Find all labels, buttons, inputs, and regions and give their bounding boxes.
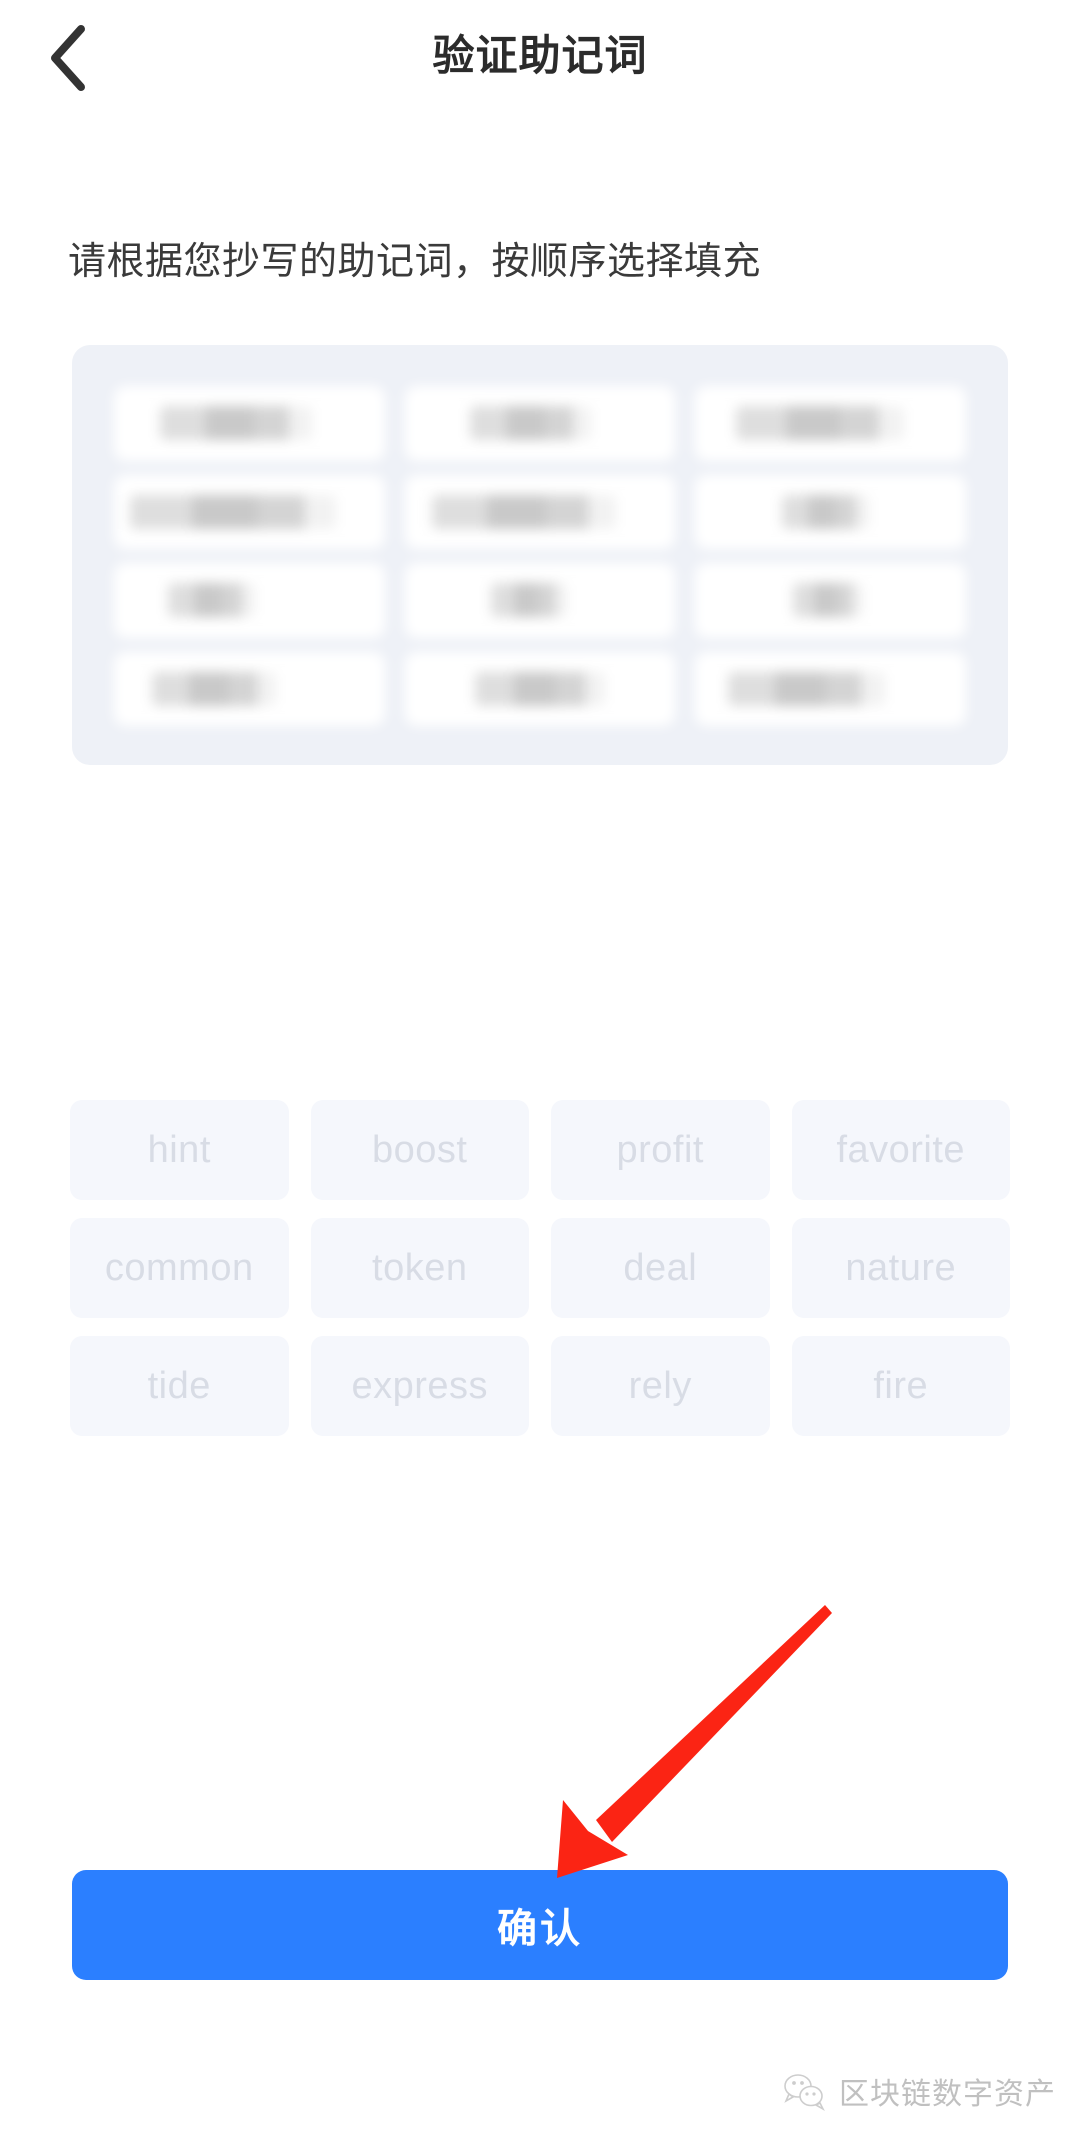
word-bank-chip[interactable]: profit [551, 1100, 770, 1200]
watermark: 区块链数字资产 [783, 2072, 1056, 2117]
blurred-word-mask [160, 406, 312, 441]
word-bank-chip[interactable]: tide [70, 1336, 289, 1436]
blurred-word-mask [168, 583, 255, 618]
mnemonic-slot[interactable] [404, 563, 676, 638]
instruction-text: 请根据您抄写的助记词，按顺序选择填充 [68, 241, 762, 283]
mnemonic-slot[interactable] [404, 474, 676, 549]
mnemonic-slot[interactable] [114, 563, 385, 638]
blurred-word-mask [475, 671, 605, 706]
blurred-word-mask [431, 494, 616, 529]
word-bank-chip[interactable]: common [70, 1218, 289, 1318]
annotation-arrow [557, 1605, 832, 1878]
blurred-word-mask [491, 583, 568, 618]
confirm-button[interactable]: 确认 [72, 1870, 1008, 1980]
mnemonic-slot[interactable] [695, 651, 966, 726]
mnemonic-slot[interactable] [404, 651, 676, 726]
word-bank-grid: hint boost profit favorite common token … [70, 1100, 1010, 1436]
watermark-text: 区块链数字资产 [839, 2077, 1056, 2111]
page-title: 验证助记词 [432, 32, 648, 79]
mnemonic-slot[interactable] [114, 386, 385, 461]
word-bank-chip[interactable]: boost [310, 1100, 529, 1200]
blurred-word-mask [130, 494, 336, 529]
word-bank-chip[interactable]: express [310, 1336, 529, 1436]
word-bank-chip[interactable]: token [310, 1218, 529, 1318]
mnemonic-slot[interactable] [695, 474, 966, 549]
mnemonic-slot[interactable] [404, 386, 676, 461]
word-bank-chip[interactable]: nature [791, 1218, 1010, 1318]
wechat-icon [783, 2072, 827, 2117]
word-bank-chip[interactable]: rely [551, 1336, 770, 1436]
blurred-word-mask [735, 406, 904, 441]
blurred-word-mask [792, 583, 864, 618]
word-bank-chip[interactable]: hint [70, 1100, 289, 1200]
mnemonic-slot-panel [72, 345, 1008, 765]
blurred-word-mask [727, 671, 885, 706]
mnemonic-slot-grid [114, 386, 966, 726]
blurred-word-mask [469, 406, 592, 441]
app-header: 验证助记词 [0, 0, 1080, 110]
word-bank-chip[interactable]: fire [791, 1336, 1010, 1436]
blurred-word-mask [781, 494, 869, 529]
mnemonic-slot[interactable] [695, 386, 966, 461]
mnemonic-slot[interactable] [695, 563, 966, 638]
word-bank-chip[interactable]: deal [551, 1218, 770, 1318]
mnemonic-slot[interactable] [114, 474, 385, 549]
mnemonic-slot[interactable] [114, 651, 385, 726]
blurred-word-mask [151, 671, 277, 706]
word-bank-chip[interactable]: favorite [791, 1100, 1010, 1200]
